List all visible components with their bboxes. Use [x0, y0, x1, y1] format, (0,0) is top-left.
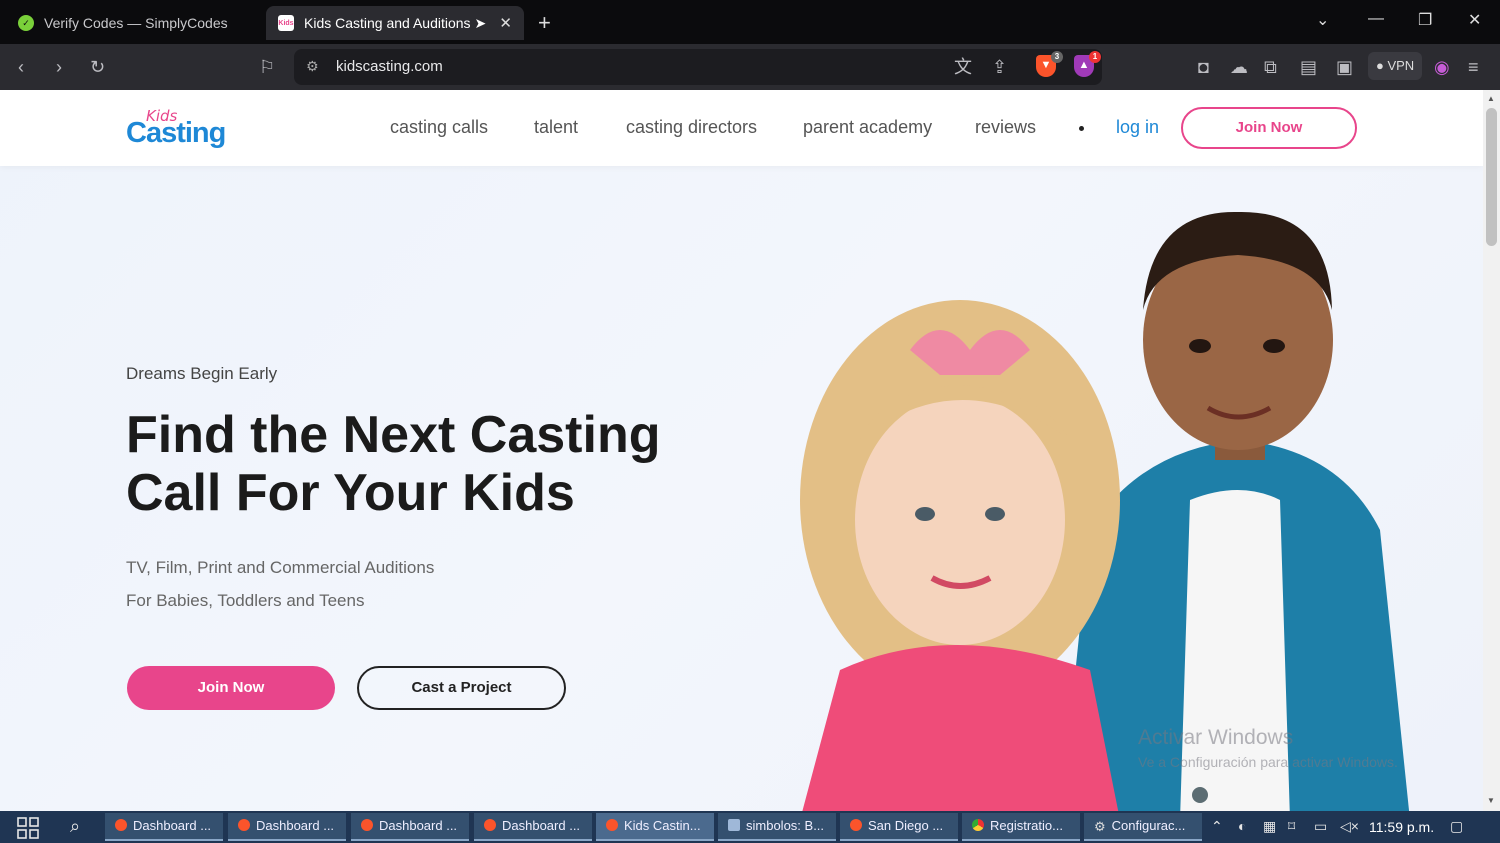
sidebar-icon[interactable]: ▤	[1300, 56, 1317, 78]
wallet-icon[interactable]: ▣	[1336, 56, 1353, 78]
page-scrollbar[interactable]: ▲ ▼	[1483, 90, 1500, 811]
nav-casting-directors[interactable]: casting directors	[626, 117, 757, 138]
network-icon[interactable]: ▭	[1314, 818, 1327, 835]
tray-app-icon[interactable]: ◐	[1238, 818, 1246, 834]
close-window-icon[interactable]: ✕	[1468, 10, 1481, 30]
notifications-icon[interactable]: ▢	[1450, 818, 1463, 835]
share-icon[interactable]: ⇪	[992, 56, 1007, 78]
nav-reviews[interactable]: reviews	[975, 117, 1036, 138]
restore-icon[interactable]: ❐	[1418, 10, 1432, 30]
site-settings-icon[interactable]: ⚙	[306, 58, 319, 75]
header-join-button[interactable]: Join Now	[1181, 107, 1357, 149]
gear-icon: ⚙	[1094, 819, 1106, 834]
extensions-puzzle-icon[interactable]: ⧉	[1264, 56, 1277, 78]
brave-icon	[606, 819, 618, 831]
url-text: kidscasting.com	[336, 58, 443, 75]
new-tab-icon[interactable]: +	[538, 10, 551, 36]
start-menu-icon[interactable]	[17, 817, 39, 839]
back-icon[interactable]: ‹	[18, 56, 24, 78]
browser-tab-strip: ✓ Verify Codes — SimplyCodes Kids Kids C…	[0, 0, 1500, 44]
brave-rewards-icon[interactable]: ▲ 1	[1074, 51, 1101, 77]
login-link[interactable]: log in	[1116, 117, 1159, 138]
chrome-icon	[972, 819, 984, 831]
taskbar-item[interactable]: San Diego ...	[840, 813, 958, 841]
address-bar[interactable]: ⚙ kidscasting.com 文 ⇪ ▼ 3 ▲ 1	[294, 49, 1102, 85]
tray-chevron-icon[interactable]: ⌃	[1211, 818, 1223, 835]
taskbar-item-active[interactable]: Kids Castin...	[596, 813, 714, 841]
hero-subtitle-1: TV, Film, Print and Commercial Auditions	[126, 558, 435, 577]
headline-line-2: Call For Your Kids	[126, 464, 575, 522]
simplycodes-favicon-icon: ✓	[18, 15, 34, 31]
reload-icon[interactable]: ↻	[90, 56, 105, 78]
brave-icon	[238, 819, 250, 831]
minimize-icon[interactable]: —	[1368, 10, 1384, 28]
forward-icon[interactable]: ›	[56, 56, 62, 78]
close-tab-icon[interactable]: ✕	[499, 14, 512, 32]
brave-icon	[484, 819, 496, 831]
hero-eyebrow: Dreams Begin Early	[126, 364, 278, 383]
windows-activation-hint: Ve a Configuración para activar Windows.	[1138, 754, 1398, 770]
taskbar-item[interactable]: Dashboard ...	[105, 813, 223, 841]
brave-shields-icon[interactable]: ▼ 3	[1036, 51, 1063, 77]
nav-casting-calls[interactable]: casting calls	[390, 117, 488, 138]
scroll-up-icon[interactable]: ▲	[1487, 94, 1495, 103]
hero-join-button[interactable]: Join Now	[127, 666, 335, 710]
tab-title: Verify Codes — SimplyCodes	[44, 15, 228, 31]
translate-icon[interactable]: 文	[954, 56, 972, 78]
taskbar-item[interactable]: Dashboard ...	[228, 813, 346, 841]
notepad-icon	[728, 819, 740, 831]
scroll-thumb[interactable]	[1486, 108, 1497, 246]
cast-project-button[interactable]: Cast a Project	[357, 666, 566, 710]
browser-tab-kidscasting[interactable]: Kids Kids Casting and Auditions ➤ Kids ✕	[266, 6, 524, 40]
bookmark-icon[interactable]: ⚐	[259, 56, 275, 78]
girl-figure	[800, 300, 1120, 811]
volume-muted-icon[interactable]: ◁×	[1340, 818, 1359, 835]
brave-icon	[361, 819, 373, 831]
browser-toolbar: ‹ › ↻ ⚐ ⚙ kidscasting.com 文 ⇪ ▼ 3 ▲ 1 ◘ ☁ …	[0, 44, 1500, 90]
windows-activation-title: Activar Windows	[1138, 726, 1294, 749]
taskbar-item[interactable]: simbolos: B...	[718, 813, 836, 841]
taskbar-clock[interactable]: 11:59 p.m.	[1369, 819, 1434, 835]
taskbar-search-icon[interactable]: ⌕	[70, 816, 80, 837]
menu-icon[interactable]: ≡	[1468, 56, 1479, 78]
hero-subtitle-2: For Babies, Toddlers and Teens	[126, 591, 365, 610]
taskbar-item[interactable]: Dashboard ...	[351, 813, 469, 841]
tab-list-chevron-icon[interactable]: ⌄	[1316, 10, 1329, 30]
leo-ai-icon[interactable]: ◉	[1434, 56, 1450, 78]
taskbar-item[interactable]: Registratio...	[962, 813, 1080, 841]
extension-robot-icon[interactable]: ◘	[1198, 56, 1209, 78]
tab-title: Kids Casting and Auditions ➤ Kids	[304, 14, 491, 31]
hero-children-image	[800, 211, 1410, 811]
windows-taskbar: ⌕ Dashboard ... Dashboard ... Dashboard …	[0, 811, 1500, 843]
taskbar-item[interactable]: ⚙ Configurac...	[1084, 813, 1202, 841]
vpn-button[interactable]: ● VPN	[1368, 52, 1423, 80]
webpage: Kids Casting casting calls talent castin…	[0, 90, 1483, 811]
site-header: Kids Casting casting calls talent castin…	[0, 90, 1483, 166]
scroll-down-icon[interactable]: ▼	[1487, 796, 1495, 805]
brave-icon	[850, 819, 862, 831]
brave-icon	[115, 819, 127, 831]
tray-device-icon[interactable]: ⌑	[1288, 818, 1295, 835]
taskbar-item[interactable]: Dashboard ...	[474, 813, 592, 841]
tray-nvidia-icon[interactable]: ▦	[1263, 818, 1276, 835]
nav-separator-dot	[1079, 126, 1084, 131]
hero-headline: Find the Next Casting Call For Your Kids	[126, 406, 726, 522]
headline-line-1: Find the Next Casting	[126, 406, 661, 464]
nav-parent-academy[interactable]: parent academy	[803, 117, 932, 138]
nav-talent[interactable]: talent	[534, 117, 578, 138]
extension-cloud-icon[interactable]: ☁	[1230, 56, 1248, 78]
kidscasting-favicon-icon: Kids	[278, 15, 294, 31]
browser-tab-simplycodes[interactable]: ✓ Verify Codes — SimplyCodes	[6, 6, 260, 40]
